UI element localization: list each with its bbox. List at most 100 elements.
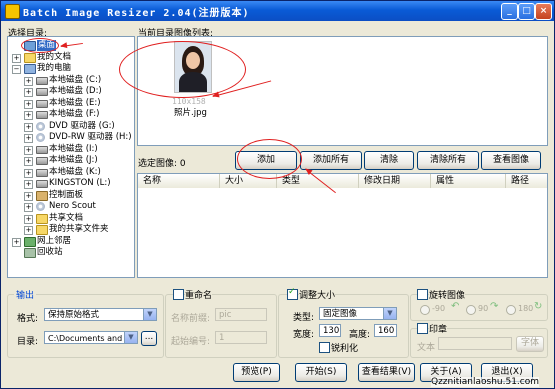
- tree-item[interactable]: + 控制面板: [8, 190, 132, 201]
- rotate-90-radio[interactable]: [466, 305, 476, 315]
- rotate-90-label: 90: [478, 304, 489, 313]
- tree-item[interactable]: 回收站: [8, 247, 132, 258]
- column-header[interactable]: 属性: [431, 174, 506, 188]
- tree-item-label: 网上邻居: [37, 235, 72, 246]
- window-title: Batch Image Resizer 2.04(注册版本): [23, 8, 250, 19]
- computer-icon: [24, 64, 36, 74]
- tree-item[interactable]: + 本地磁盘 (C:): [8, 75, 132, 86]
- directory-label: 目录:: [17, 337, 39, 347]
- resize-type-value: 固定图像: [323, 309, 358, 319]
- expand-icon[interactable]: +: [24, 134, 33, 143]
- stamp-checkbox[interactable]: [417, 323, 428, 334]
- start-number-input[interactable]: 1: [215, 331, 267, 344]
- directory-value: C:\Documents and S: [48, 334, 130, 343]
- column-header[interactable]: 类型: [277, 174, 359, 188]
- view-results-button[interactable]: 查看结果(V): [358, 363, 415, 382]
- expand-icon[interactable]: +: [24, 214, 33, 224]
- rotate-180-radio[interactable]: [506, 305, 516, 315]
- format-select[interactable]: 保持原始格式 ▼: [44, 308, 157, 321]
- expand-icon[interactable]: +: [12, 53, 21, 63]
- drive-icon: [36, 99, 48, 108]
- expand-icon[interactable]: +: [24, 191, 33, 201]
- stamp-title: 印章: [429, 322, 448, 335]
- expand-icon[interactable]: +: [24, 88, 33, 97]
- tree-item[interactable]: + 本地磁盘 (F:): [8, 109, 132, 120]
- resize-type-select[interactable]: 固定图像 ▼: [319, 307, 397, 320]
- tree-item[interactable]: + 共享文档: [8, 213, 132, 224]
- tree-item-label: 本地磁盘 (E:): [49, 97, 101, 108]
- tree-item-label: DVD 驱动器 (G:): [49, 120, 115, 131]
- annotation-circle-thumbnail: [119, 41, 246, 98]
- start-button[interactable]: 开始(S): [295, 363, 347, 382]
- tree-item-label: DVD-RW 驱动器 (H:): [49, 132, 132, 142]
- column-header[interactable]: 路径: [506, 174, 547, 188]
- close-button[interactable]: ×: [535, 3, 552, 20]
- collapse-icon[interactable]: −: [12, 65, 21, 74]
- rotate-checkbox[interactable]: [417, 289, 428, 300]
- column-header[interactable]: 修改日期: [359, 174, 431, 188]
- tree-item[interactable]: + 我的共享文件夹: [8, 224, 132, 235]
- expand-icon[interactable]: +: [24, 168, 33, 178]
- prefix-input[interactable]: pic: [215, 308, 267, 321]
- width-label: 宽度:: [293, 330, 315, 340]
- tree-item[interactable]: + DVD 驱动器 (G:): [8, 121, 132, 132]
- expand-icon[interactable]: +: [24, 111, 33, 120]
- directory-tree[interactable]: 桌面 + 我的文档 − 我的电脑 + 本地磁盘 (C:) + 本地磁盘 (D:) + 本地磁盘 (E…: [7, 36, 135, 278]
- view-image-button[interactable]: 查看图像: [481, 151, 541, 170]
- chevron-down-icon[interactable]: ▼: [383, 308, 396, 319]
- column-header[interactable]: 名称: [138, 174, 220, 188]
- watermark: Qzznitianlaoshu.51.com: [431, 377, 539, 387]
- rotate-minus90-radio[interactable]: [420, 305, 430, 315]
- tree-item[interactable]: + 本地磁盘 (I:): [8, 144, 132, 155]
- chevron-down-icon[interactable]: ▼: [124, 332, 137, 343]
- drive-icon: [36, 168, 48, 177]
- expand-icon[interactable]: +: [24, 180, 33, 189]
- rotate-minus90-label: -90: [432, 304, 446, 313]
- clear-button[interactable]: 清除: [364, 151, 414, 170]
- cd-icon: [36, 133, 45, 142]
- folder-icon: [24, 52, 36, 63]
- sharpen-label: 锐利化: [331, 344, 359, 354]
- annotation-circle-desktop: [21, 38, 59, 53]
- expand-icon[interactable]: +: [24, 157, 33, 166]
- expand-icon[interactable]: +: [24, 122, 33, 132]
- expand-icon[interactable]: +: [12, 237, 21, 247]
- minimize-button[interactable]: _: [501, 3, 518, 20]
- expand-icon[interactable]: +: [24, 99, 33, 109]
- drive-icon: [36, 180, 48, 188]
- selected-images-table[interactable]: 名称 大小 类型 修改日期 属性 路径: [137, 173, 548, 278]
- height-input[interactable]: 160: [374, 324, 397, 337]
- tree-item[interactable]: + DVD-RW 驱动器 (H:): [8, 132, 132, 143]
- folder-icon: [36, 213, 48, 224]
- browse-button[interactable]: ...: [141, 331, 157, 346]
- tree-item[interactable]: + 本地磁盘 (D:): [8, 86, 132, 97]
- rename-checkbox[interactable]: [173, 289, 184, 300]
- rotate-right-icon: ↷: [490, 301, 499, 312]
- title-bar[interactable]: Batch Image Resizer 2.04(注册版本) _ □ ×: [1, 1, 554, 21]
- resize-checkbox[interactable]: [287, 287, 298, 300]
- expand-icon[interactable]: +: [24, 145, 33, 155]
- preview-button[interactable]: 预览(P): [233, 363, 280, 382]
- tree-item[interactable]: + KINGSTON (L:): [8, 178, 132, 189]
- width-input[interactable]: 130: [319, 324, 341, 337]
- tree-item-label: 本地磁盘 (C:): [49, 74, 102, 85]
- stamp-text-input[interactable]: [438, 337, 512, 350]
- drive-icon: [36, 157, 48, 165]
- tree-item[interactable]: + 本地磁盘 (K:): [8, 167, 132, 178]
- expand-icon[interactable]: +: [24, 76, 33, 86]
- tree-item[interactable]: + 本地磁盘 (E:): [8, 98, 132, 109]
- tree-item[interactable]: + 网上邻居: [8, 236, 132, 247]
- directory-select[interactable]: C:\Documents and S ▼: [44, 331, 138, 344]
- sharpen-checkbox[interactable]: [319, 342, 330, 353]
- expand-icon[interactable]: +: [24, 203, 33, 212]
- tree-item[interactable]: + 我的文档: [8, 52, 132, 63]
- tree-item[interactable]: + Nero Scout: [8, 201, 132, 212]
- cd-icon: [36, 121, 45, 131]
- expand-icon[interactable]: +: [24, 226, 33, 235]
- clear-all-button[interactable]: 清除所有: [417, 151, 479, 170]
- font-button[interactable]: 字体: [516, 336, 544, 352]
- tree-item[interactable]: − 我的电脑: [8, 63, 132, 74]
- chevron-down-icon[interactable]: ▼: [143, 309, 156, 320]
- tree-item[interactable]: + 本地磁盘 (J:): [8, 155, 132, 166]
- maximize-button[interactable]: □: [518, 3, 535, 20]
